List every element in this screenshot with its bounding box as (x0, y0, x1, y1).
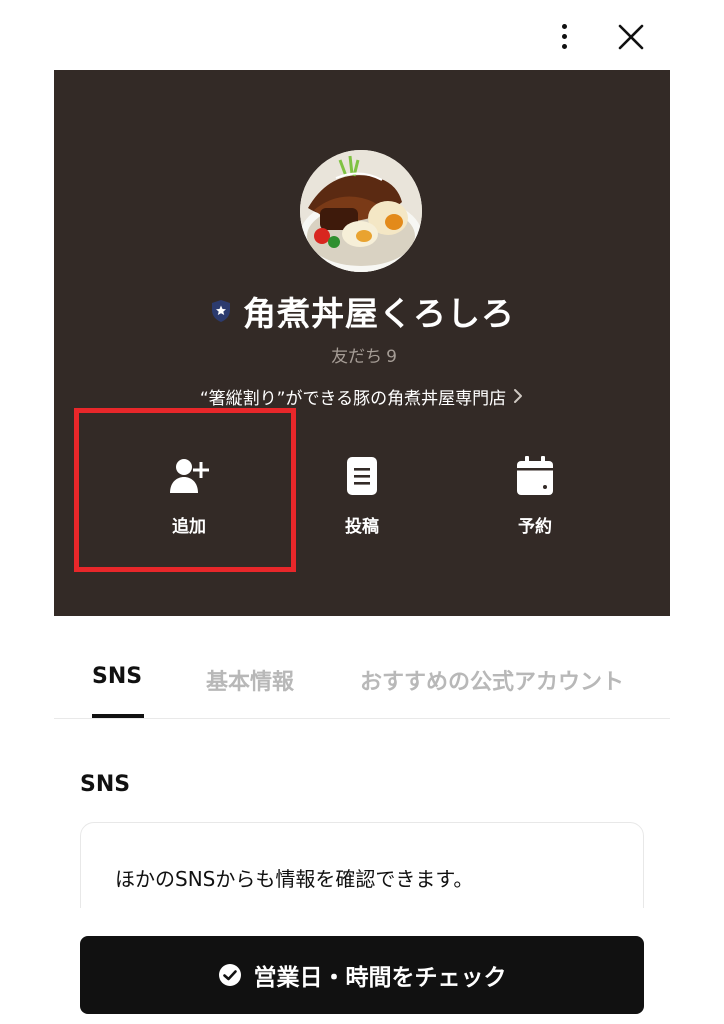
friends-count: 友だち 9 (54, 342, 670, 367)
avatar[interactable] (300, 150, 422, 272)
check-business-hours-button[interactable]: 営業日・時間をチェック (80, 936, 644, 1014)
section-title: SNS (80, 772, 131, 797)
add-friend-label: 追加 (172, 517, 206, 537)
calendar-icon (517, 456, 553, 495)
reservation-button[interactable]: 予約 (475, 450, 595, 550)
status-message: “箸縦割り”ができる豚の角煮丼屋専門店 (199, 388, 507, 409)
kebab-dot (562, 24, 567, 29)
status-message-link[interactable]: “箸縦割り”ができる豚の角煮丼屋専門店 (54, 383, 670, 409)
cta-label: 営業日・時間をチェック (253, 965, 507, 991)
friends-number: 9 (386, 347, 397, 367)
more-options-button[interactable] (548, 20, 580, 54)
verified-shield-icon (212, 300, 230, 322)
posts-label: 投稿 (345, 517, 379, 537)
post-icon (347, 457, 377, 495)
add-friend-button[interactable]: 追加 (129, 450, 249, 550)
tab-basic-info[interactable]: 基本情報 (206, 664, 294, 696)
avatar-food-image (300, 150, 422, 272)
chevron-right-icon (514, 389, 523, 403)
posts-button[interactable]: 投稿 (302, 450, 422, 550)
sns-card-text: ほかのSNSからも情報を確認できます。 (115, 867, 474, 891)
close-button[interactable] (612, 18, 650, 56)
tab-recommended-accounts[interactable]: おすすめの公式アカウント (360, 664, 624, 696)
tab-sns[interactable]: SNS (92, 664, 142, 689)
action-bar: 追加 投稿 予約 (54, 450, 670, 560)
friends-label: 友だち (331, 347, 383, 367)
tab-bar: SNS 基本情報 おすすめの公式アカウント (54, 640, 670, 719)
kebab-dot (562, 44, 567, 49)
account-name: 角煮丼屋くろしろ (243, 294, 515, 333)
add-friend-icon (170, 459, 209, 493)
close-icon (618, 24, 644, 50)
account-name-row: 角煮丼屋くろしろ (54, 288, 670, 334)
check-circle-icon (218, 964, 241, 986)
kebab-dot (562, 34, 567, 39)
active-tab-indicator (92, 714, 144, 718)
top-bar (0, 0, 724, 70)
reservation-label: 予約 (518, 517, 552, 537)
profile-header: 角煮丼屋くろしろ 友だち 9 “箸縦割り”ができる豚の角煮丼屋専門店 追加 投稿… (54, 70, 670, 616)
